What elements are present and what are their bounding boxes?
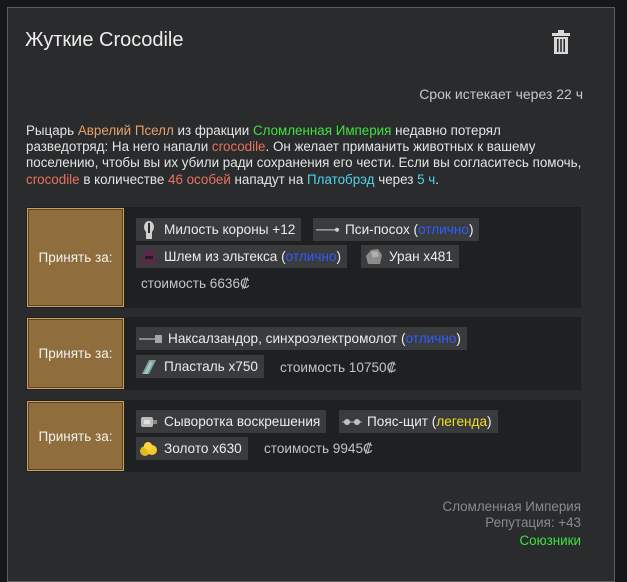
- eltex-helmet-icon: [139, 247, 159, 267]
- reward-item: Пояс-щит (легенда): [339, 410, 498, 433]
- reward-offer-1: Принять за: Милость короны +12 Пси-посох…: [26, 207, 581, 308]
- offer-cost: стоимость 9945₡: [264, 441, 373, 456]
- settlement-name: Платобрэд: [307, 171, 375, 187]
- reward-item: Пси-посох (отлично): [313, 218, 480, 241]
- quest-description: Рыцарь Аврелий Пселл из фракции Сломленн…: [26, 123, 582, 187]
- hammer-icon: [139, 329, 163, 349]
- reward-item: Шлем из эльтекса (отлично): [136, 245, 348, 268]
- plasteel-icon: [139, 357, 159, 377]
- accept-button[interactable]: Принять за:: [27, 208, 124, 307]
- offer-cost: стоимость 10750₡: [280, 360, 397, 375]
- reward-offer-3: Принять за: Сыворотка воскрешения Пояс-щ…: [26, 400, 581, 472]
- reward-offer-2: Принять за: Наксалзандор, синхроэлектром…: [26, 317, 581, 390]
- footer-reputation: Репутация: +43: [485, 515, 581, 530]
- reward-item: Уран x481: [361, 245, 459, 268]
- crown-favor-icon: [139, 220, 159, 240]
- attack-time: 5 ч: [417, 171, 436, 187]
- offer-cost: стоимость 6636₡: [141, 276, 250, 291]
- faction-name: Сломленная Империя: [252, 123, 392, 138]
- quality-label: отлично: [405, 331, 457, 346]
- accept-button[interactable]: Принять за:: [27, 401, 124, 471]
- animal-name: crocodile: [211, 139, 266, 155]
- animal-name: crocodile: [26, 171, 80, 187]
- footer-faction: Сломленная Империя: [442, 499, 581, 514]
- shield-belt-icon: [342, 412, 362, 432]
- quest-title: Жуткие Crocodile: [25, 29, 184, 51]
- reward-item: Наксалзандор, синхроэлектромолот (отличн…: [136, 327, 467, 350]
- quest-panel: Жуткие Crocodile Срок истекает через 22 …: [7, 7, 615, 582]
- quality-label: отлично: [285, 249, 337, 264]
- quality-label: легенда: [436, 414, 488, 429]
- uranium-icon: [364, 247, 384, 267]
- reward-item: Сыворотка воскрешения: [136, 410, 327, 433]
- animal-count: 46 особей: [168, 171, 231, 187]
- psi-staff-icon: [316, 220, 340, 240]
- gold-icon: [139, 439, 159, 459]
- reward-item: Милость короны +12: [136, 218, 302, 241]
- reward-item: Золото x630: [136, 437, 248, 460]
- footer-relation: Союзники: [519, 533, 581, 548]
- resurrection-serum-icon: [139, 412, 159, 432]
- accept-button[interactable]: Принять за:: [27, 318, 124, 389]
- trash-icon[interactable]: [551, 29, 571, 55]
- reward-item: Пласталь x750: [136, 355, 264, 378]
- knight-name: Аврелий Пселл: [77, 123, 174, 138]
- expiration-text: Срок истекает через 22 ч: [419, 86, 583, 102]
- quality-label: отлично: [418, 222, 469, 237]
